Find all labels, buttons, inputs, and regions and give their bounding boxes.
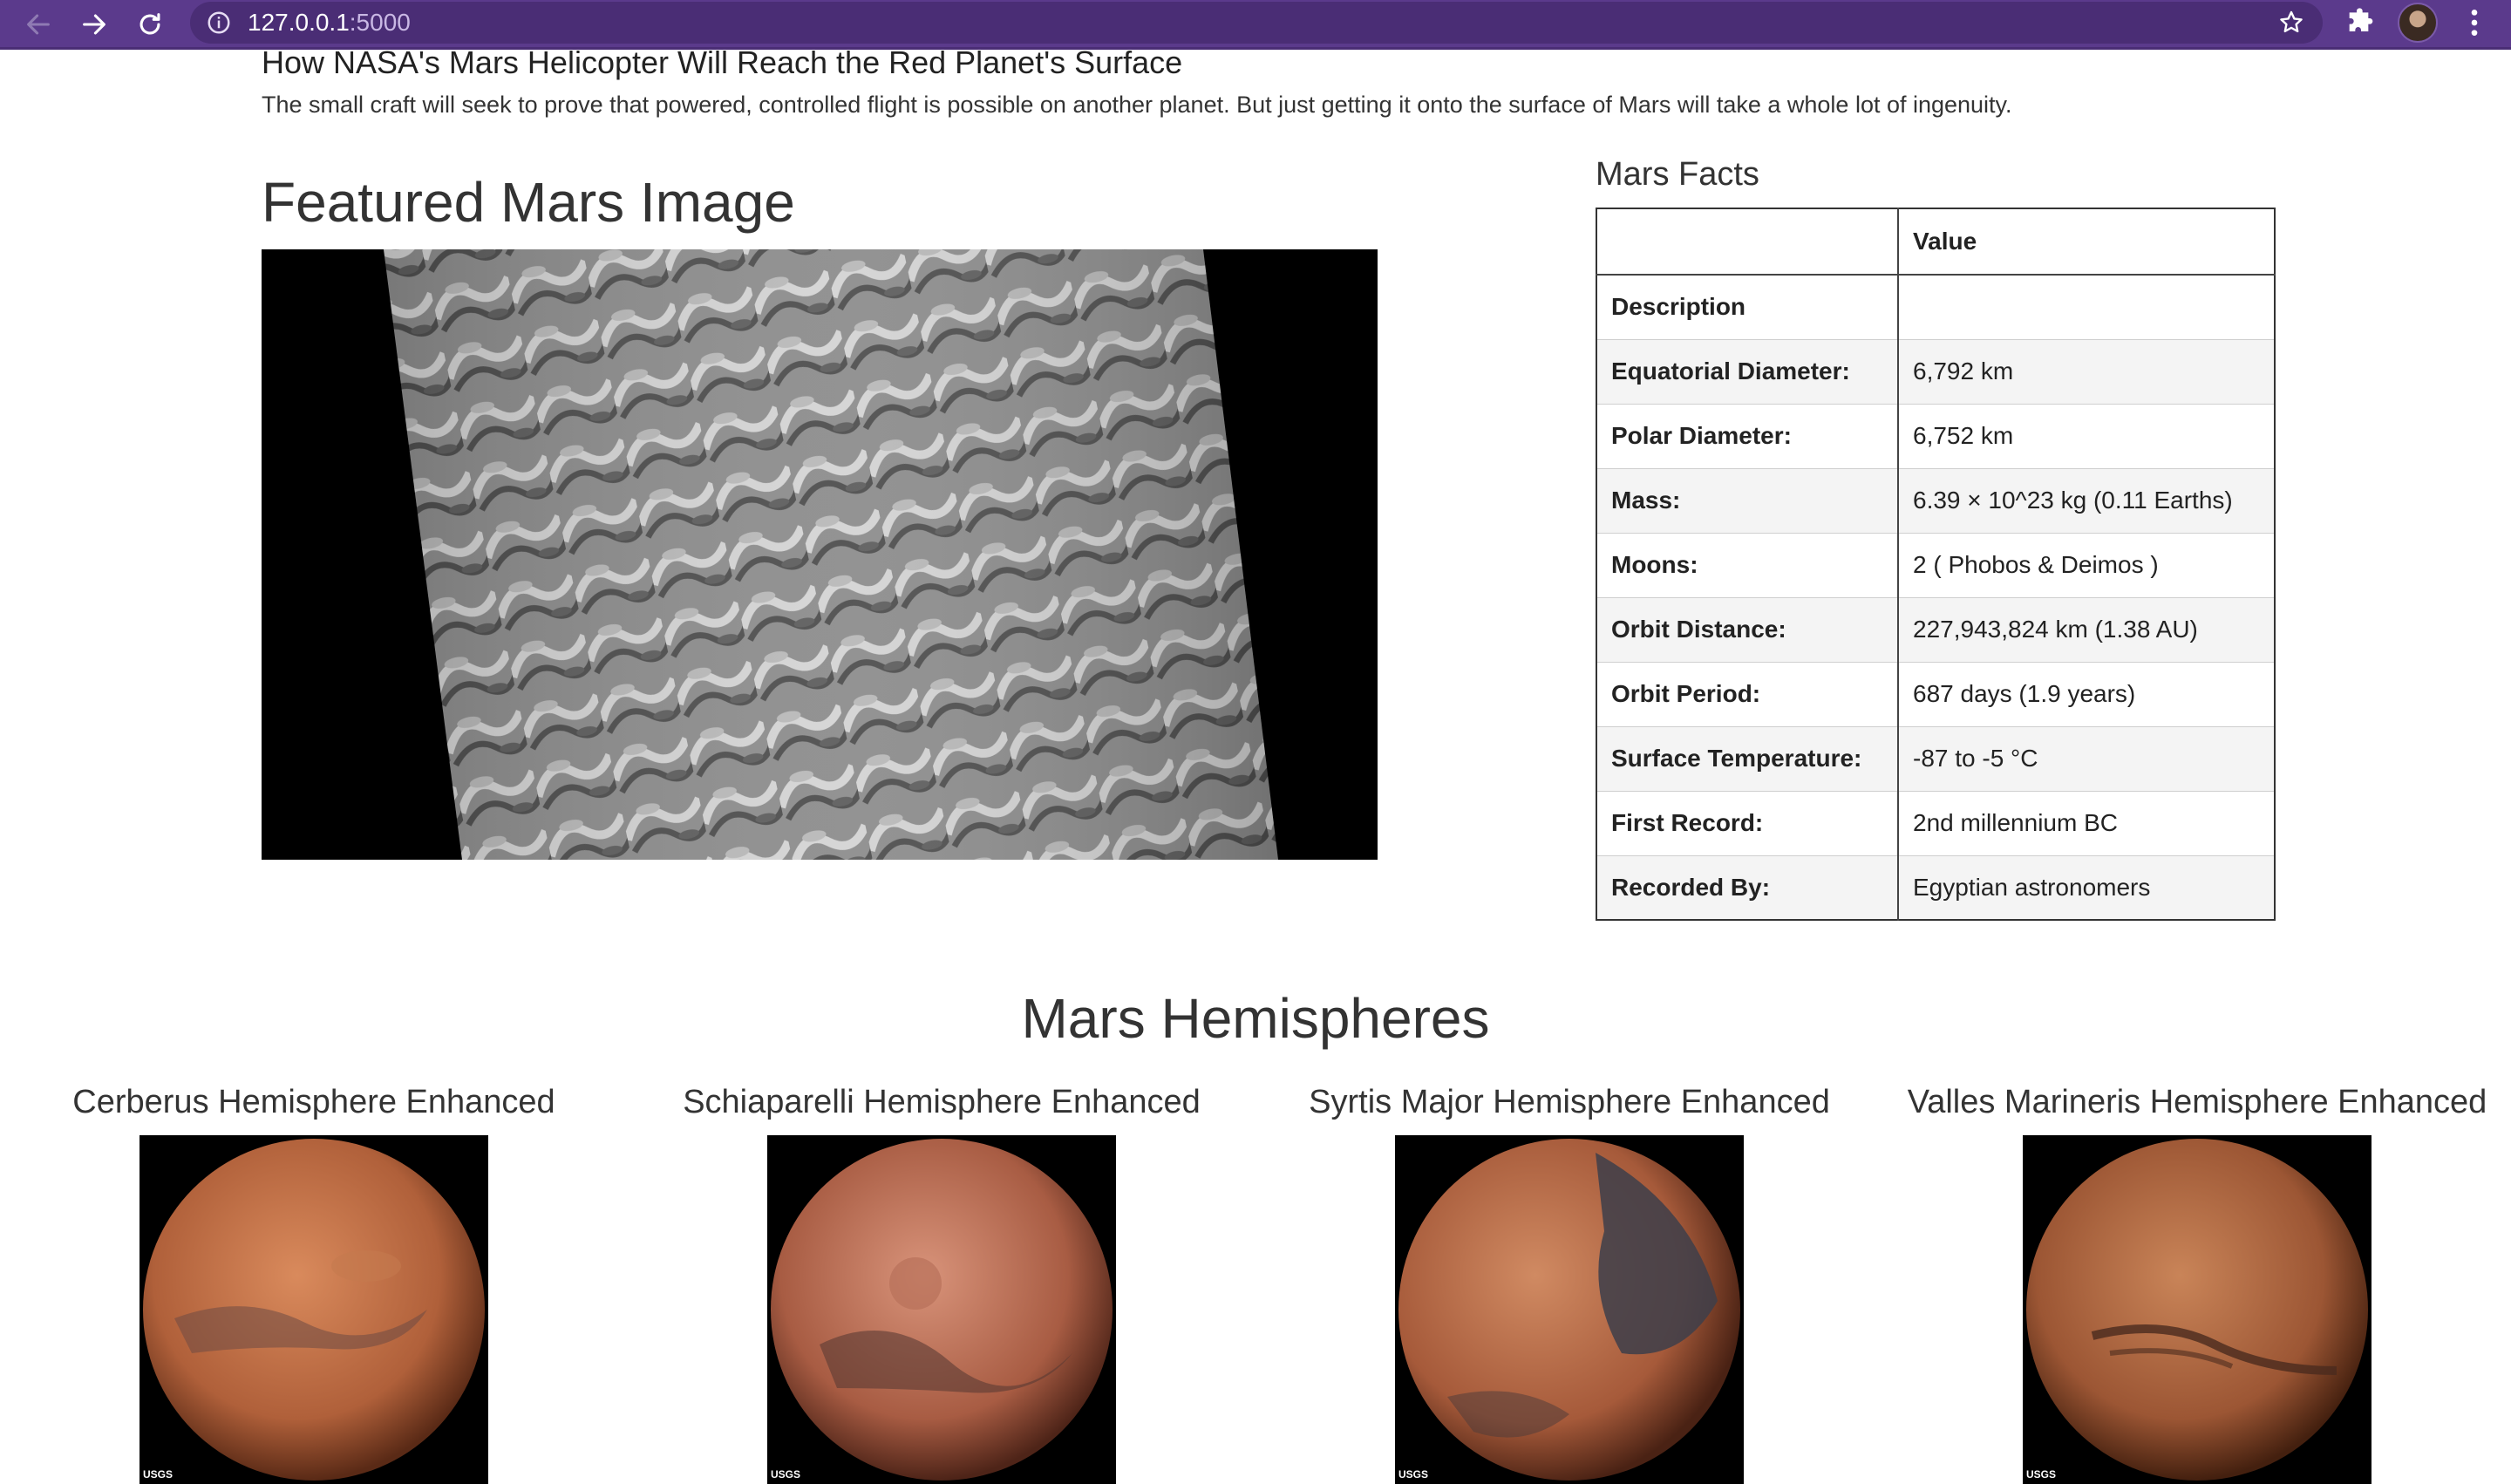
- back-arrow-icon[interactable]: [17, 3, 59, 45]
- fact-label: Equatorial Diameter:: [1596, 338, 1899, 405]
- mars-facts-heading: Mars Facts: [1596, 156, 1759, 193]
- fact-value: 6.39 × 10^23 kg (0.11 Earths): [1897, 467, 2276, 534]
- table-header-value: Value: [1897, 208, 2276, 276]
- mars-hemispheres-heading: Mars Hemispheres: [1021, 987, 1490, 1050]
- hemisphere-title: Valles Marineris Hemisphere Enhanced: [1907, 1084, 2487, 1120]
- featured-image-heading: Featured Mars Image: [262, 171, 795, 234]
- news-teaser: The small craft will seek to prove that …: [262, 92, 2012, 118]
- table-row: Orbit Distance: 227,943,824 km (1.38 AU): [1596, 596, 2276, 663]
- fact-value: 2nd millennium BC: [1897, 790, 2276, 856]
- fact-label: Polar Diameter:: [1596, 403, 1899, 469]
- table-row: Surface Temperature: -87 to -5 °C: [1596, 725, 2276, 792]
- featured-mars-image: [262, 249, 1378, 860]
- fact-value: 6,752 km: [1897, 403, 2276, 469]
- table-row: Recorded By: Egyptian astronomers: [1596, 854, 2276, 921]
- fact-label: Moons:: [1596, 532, 1899, 598]
- table-row: Mass: 6.39 × 10^23 kg (0.11 Earths): [1596, 467, 2276, 534]
- fact-value: 687 days (1.9 years): [1897, 661, 2276, 727]
- fact-label: Orbit Distance:: [1596, 596, 1899, 663]
- info-icon[interactable]: [206, 10, 232, 36]
- fact-value: 227,943,824 km (1.38 AU): [1897, 596, 2276, 663]
- address-bar[interactable]: 127.0.0.1:5000: [190, 2, 2323, 44]
- fact-value: 2 ( Phobos & Deimos ): [1897, 532, 2276, 598]
- url-port: :5000: [349, 9, 411, 36]
- table-row: Moons: 2 ( Phobos & Deimos ): [1596, 532, 2276, 598]
- hemisphere-image-syrtis-major[interactable]: USGS: [1395, 1135, 1744, 1484]
- usgs-badge: USGS: [2026, 1468, 2057, 1481]
- fact-label: Surface Temperature:: [1596, 725, 1899, 792]
- fact-label: Description: [1596, 274, 1899, 340]
- table-header-row: Value: [1596, 208, 2276, 276]
- fact-value: 6,792 km: [1897, 338, 2276, 405]
- table-row: Polar Diameter: 6,752 km: [1596, 403, 2276, 469]
- fact-label: Orbit Period:: [1596, 661, 1899, 727]
- hemisphere-title: Cerberus Hemisphere Enhanced: [72, 1084, 555, 1120]
- hemisphere-image-cerberus[interactable]: USGS: [140, 1135, 488, 1484]
- more-menu-icon[interactable]: [2457, 5, 2492, 40]
- usgs-badge: USGS: [1398, 1468, 1429, 1481]
- extensions-puzzle-icon[interactable]: [2344, 5, 2378, 40]
- table-row: Description: [1596, 274, 2276, 340]
- browser-toolbar: 127.0.0.1:5000: [0, 0, 2511, 50]
- fact-value: Egyptian astronomers: [1897, 854, 2276, 921]
- table-header-blank: [1596, 208, 1899, 276]
- fact-label: First Record:: [1596, 790, 1899, 856]
- hemisphere-image-schiaparelli[interactable]: USGS: [767, 1135, 1116, 1484]
- profile-avatar[interactable]: [2398, 3, 2438, 43]
- hemisphere-title: Syrtis Major Hemisphere Enhanced: [1309, 1084, 1830, 1120]
- hemisphere-title: Schiaparelli Hemisphere Enhanced: [683, 1084, 1201, 1120]
- fact-label: Recorded By:: [1596, 854, 1899, 921]
- fact-value: [1897, 274, 2276, 340]
- usgs-badge: USGS: [143, 1468, 174, 1481]
- table-row: First Record: 2nd millennium BC: [1596, 790, 2276, 856]
- hemisphere-card-syrtis-major: Syrtis Major Hemisphere Enhanced USGS: [1256, 1078, 1883, 1484]
- fact-value: -87 to -5 °C: [1897, 725, 2276, 792]
- url-text[interactable]: 127.0.0.1:5000: [248, 9, 411, 37]
- hemisphere-card-schiaparelli: Schiaparelli Hemisphere Enhanced USGS: [628, 1078, 1256, 1484]
- usgs-badge: USGS: [771, 1468, 801, 1481]
- hemisphere-card-valles-marineris: Valles Marineris Hemisphere Enhanced USG…: [1883, 1078, 2511, 1484]
- table-row: Orbit Period: 687 days (1.9 years): [1596, 661, 2276, 727]
- url-host: 127.0.0.1: [248, 9, 350, 36]
- bookmark-star-icon[interactable]: [2277, 9, 2305, 37]
- hemisphere-card-cerberus: Cerberus Hemisphere Enhanced USGS: [0, 1078, 628, 1484]
- hemisphere-image-valles-marineris[interactable]: USGS: [2023, 1135, 2372, 1484]
- mars-facts-table: Value Description Equatorial Diameter: 6,…: [1596, 208, 2276, 921]
- table-row: Equatorial Diameter: 6,792 km: [1596, 338, 2276, 405]
- forward-arrow-icon[interactable]: [73, 3, 115, 45]
- fact-label: Mass:: [1596, 467, 1899, 534]
- reload-icon[interactable]: [129, 3, 171, 45]
- news-title: How NASA's Mars Helicopter Will Reach th…: [262, 44, 1183, 80]
